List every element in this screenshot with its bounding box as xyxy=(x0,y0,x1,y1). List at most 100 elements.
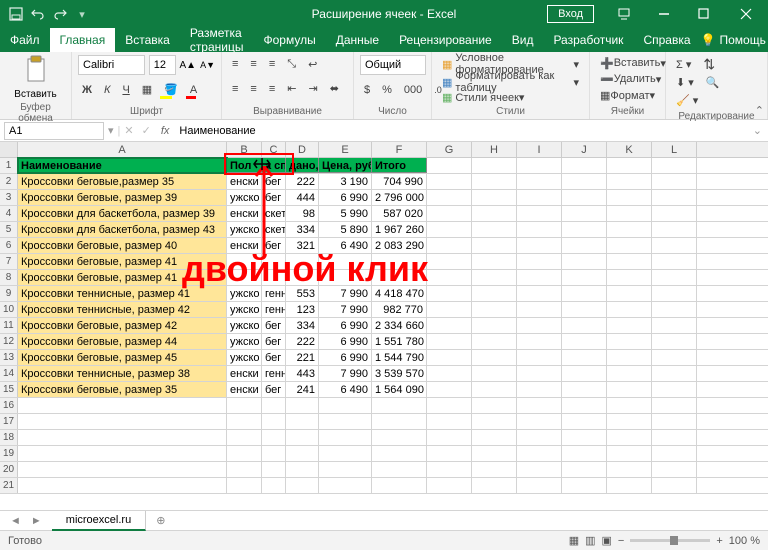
align-center-icon[interactable]: ≡ xyxy=(246,80,260,98)
clear-icon[interactable]: 🧹 ▾ xyxy=(672,91,702,109)
cell[interactable]: 221 xyxy=(286,350,319,365)
find-icon[interactable]: 🔍 xyxy=(702,73,724,91)
bold-button[interactable]: Ж xyxy=(78,81,96,99)
fill-icon[interactable]: ⬇ ▾ xyxy=(672,73,698,91)
cell[interactable]: Кроссовки беговые,размер 35 xyxy=(18,174,227,189)
cell[interactable]: енски xyxy=(227,238,262,253)
cell[interactable] xyxy=(607,174,652,189)
col-header-A[interactable]: A xyxy=(18,142,227,157)
cell[interactable] xyxy=(472,190,517,205)
cell[interactable]: енски xyxy=(227,366,262,381)
cell[interactable] xyxy=(372,254,427,269)
cell[interactable] xyxy=(286,270,319,285)
cell[interactable] xyxy=(652,190,697,205)
shrink-font-icon[interactable]: A▼ xyxy=(200,60,215,70)
cell[interactable] xyxy=(286,446,319,461)
row-header[interactable]: 4 xyxy=(0,206,18,221)
cell[interactable]: енски xyxy=(227,206,262,221)
cell[interactable] xyxy=(427,174,472,189)
cell[interactable]: 2 334 660 xyxy=(372,318,427,333)
row-header[interactable]: 15 xyxy=(0,382,18,397)
cell[interactable] xyxy=(517,254,562,269)
font-color-icon[interactable]: A xyxy=(186,81,201,99)
col-header-B[interactable]: B xyxy=(227,142,262,157)
row-header[interactable]: 2 xyxy=(0,174,18,189)
cell[interactable] xyxy=(517,350,562,365)
cell[interactable] xyxy=(262,478,286,493)
cell[interactable] xyxy=(517,302,562,317)
cell[interactable] xyxy=(517,430,562,445)
cell[interactable]: Кроссовки беговые, размер 41 xyxy=(18,254,227,269)
cell[interactable] xyxy=(517,238,562,253)
cell[interactable] xyxy=(652,174,697,189)
cell[interactable]: Кроссовки беговые, размер 45 xyxy=(18,350,227,365)
cell[interactable] xyxy=(517,206,562,221)
cell[interactable]: енски xyxy=(227,382,262,397)
cell[interactable] xyxy=(562,270,607,285)
cell[interactable] xyxy=(652,382,697,397)
cell[interactable]: генни xyxy=(262,286,286,301)
cell[interactable] xyxy=(517,270,562,285)
cell[interactable] xyxy=(607,286,652,301)
cell[interactable] xyxy=(562,366,607,381)
cell[interactable] xyxy=(472,174,517,189)
cell[interactable]: ужско xyxy=(227,350,262,365)
sheet-nav-prev-icon[interactable]: ◄ xyxy=(0,515,31,527)
cell[interactable] xyxy=(472,446,517,461)
cell[interactable]: 7 990 xyxy=(319,286,372,301)
cell[interactable] xyxy=(427,382,472,397)
cell[interactable] xyxy=(652,366,697,381)
cell[interactable] xyxy=(427,270,472,285)
row-header[interactable]: 9 xyxy=(0,286,18,301)
cell[interactable]: Кроссовки теннисные, размер 41 xyxy=(18,286,227,301)
cell[interactable] xyxy=(227,398,262,413)
cell[interactable] xyxy=(562,398,607,413)
cell[interactable] xyxy=(262,270,286,285)
delete-cells-button[interactable]: ➖ Удалить ▾ xyxy=(596,71,659,87)
cell[interactable]: бег xyxy=(262,350,286,365)
cell[interactable] xyxy=(227,270,262,285)
cell[interactable]: а спор xyxy=(262,158,286,173)
cell[interactable] xyxy=(607,318,652,333)
cell[interactable] xyxy=(562,414,607,429)
cell[interactable]: 587 020 xyxy=(372,206,427,221)
cell[interactable] xyxy=(607,430,652,445)
cell[interactable] xyxy=(319,254,372,269)
cell[interactable] xyxy=(18,478,227,493)
cell[interactable] xyxy=(472,414,517,429)
col-header-J[interactable]: J xyxy=(562,142,607,157)
cell[interactable] xyxy=(262,398,286,413)
indent-dec-icon[interactable]: ⇤ xyxy=(283,80,300,98)
cell[interactable] xyxy=(18,462,227,477)
col-header-K[interactable]: K xyxy=(607,142,652,157)
cell[interactable] xyxy=(472,350,517,365)
undo-icon[interactable] xyxy=(30,6,46,22)
cell[interactable]: 4 418 470 xyxy=(372,286,427,301)
cell[interactable] xyxy=(652,350,697,365)
cell[interactable]: Кроссовки беговые, размер 42 xyxy=(18,318,227,333)
formula-input[interactable]: Наименование xyxy=(175,125,746,137)
cell[interactable]: 3 539 570 xyxy=(372,366,427,381)
cell[interactable] xyxy=(607,270,652,285)
expand-formula-icon[interactable]: ⌄ xyxy=(747,124,768,137)
cell[interactable] xyxy=(607,366,652,381)
row-header[interactable]: 18 xyxy=(0,430,18,445)
cell[interactable] xyxy=(562,334,607,349)
enter-formula-icon[interactable]: ✓ xyxy=(138,122,155,140)
tab-developer[interactable]: Разработчик xyxy=(543,28,633,52)
col-header-E[interactable]: E xyxy=(319,142,372,157)
row-header[interactable]: 21 xyxy=(0,478,18,493)
cell[interactable] xyxy=(607,478,652,493)
cell[interactable]: дано, xyxy=(286,158,319,173)
minimize-button[interactable] xyxy=(644,0,684,28)
cell[interactable] xyxy=(652,430,697,445)
signin-button[interactable]: Вход xyxy=(547,5,594,23)
cell[interactable] xyxy=(372,430,427,445)
cell[interactable] xyxy=(607,254,652,269)
cell[interactable]: 6 490 xyxy=(319,238,372,253)
percent-icon[interactable]: % xyxy=(378,81,396,99)
cell[interactable]: 334 xyxy=(286,318,319,333)
cell[interactable]: ужско xyxy=(227,318,262,333)
paste-icon[interactable] xyxy=(22,55,50,85)
cell[interactable] xyxy=(472,398,517,413)
